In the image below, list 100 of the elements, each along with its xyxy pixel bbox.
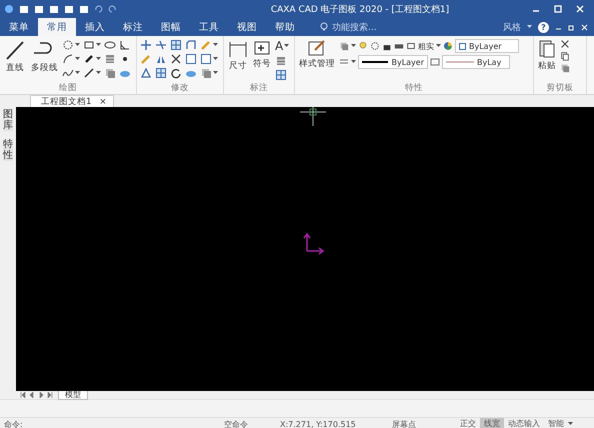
help-button[interactable]: ? <box>538 22 549 32</box>
plus-box-icon[interactable] <box>253 39 271 57</box>
wave-icon[interactable] <box>62 67 74 79</box>
menu-tab[interactable]: 图幅 <box>152 18 190 36</box>
caret-icon[interactable] <box>96 57 101 61</box>
menu-tab[interactable]: 标注 <box>114 18 152 36</box>
line-sample-icon <box>446 60 474 64</box>
side-panel-tab[interactable]: 图库 <box>3 109 13 131</box>
caret-icon[interactable] <box>568 422 573 426</box>
angle-icon[interactable] <box>119 39 131 51</box>
move-icon[interactable] <box>140 39 152 51</box>
line-tool-button[interactable]: 直线 <box>3 39 27 74</box>
arc-icon[interactable] <box>62 53 74 65</box>
style-manager-button[interactable]: 样式管理 <box>298 39 336 70</box>
restore-icon[interactable] <box>568 24 575 30</box>
maximize-icon[interactable] <box>554 5 562 13</box>
caret-icon[interactable] <box>96 43 101 47</box>
caret-icon[interactable] <box>527 25 532 29</box>
wheel-icon[interactable] <box>443 41 453 51</box>
chamfer-icon[interactable] <box>185 39 197 51</box>
dimension-tool-button[interactable]: 尺寸 <box>227 39 249 72</box>
redo-icon[interactable] <box>108 5 117 13</box>
pen-icon[interactable] <box>83 53 95 65</box>
file-icon[interactable] <box>64 4 74 14</box>
hatch-icon[interactable] <box>275 55 287 67</box>
clipboard-icon[interactable] <box>539 39 555 59</box>
circle-icon[interactable] <box>370 41 380 51</box>
caret-icon[interactable] <box>75 57 80 61</box>
caret-icon[interactable] <box>213 43 218 47</box>
caret-icon[interactable] <box>75 71 80 75</box>
caret-icon[interactable] <box>284 44 290 48</box>
layers-icon[interactable] <box>339 41 349 51</box>
line-sample-icon <box>362 60 388 64</box>
caret-icon[interactable] <box>351 44 356 48</box>
square-icon[interactable] <box>406 41 416 51</box>
line-icon[interactable] <box>4 39 26 61</box>
grid-icon[interactable] <box>155 67 167 79</box>
side-panel-tab[interactable]: 特性 <box>3 139 13 161</box>
status-toggle[interactable]: 动态输入 <box>504 418 544 428</box>
menu-tab[interactable]: 工具 <box>190 18 228 36</box>
group-label: 剪切板 <box>546 82 574 94</box>
coordinates-readout: X:7.271, Y:170.515 <box>280 420 357 428</box>
caret-icon[interactable] <box>213 57 218 61</box>
lightbulb-icon[interactable] <box>320 22 328 32</box>
status-toggle[interactable]: 正交 <box>456 418 480 428</box>
cut-icon[interactable] <box>170 53 182 65</box>
group-label: 绘图 <box>58 82 78 94</box>
panel-icon[interactable] <box>200 53 212 65</box>
line-icon[interactable] <box>83 67 95 79</box>
copy-icon[interactable] <box>560 51 570 61</box>
linetype-dropdown[interactable]: ByLayer <box>358 55 428 69</box>
menu-tab[interactable]: 插入 <box>76 18 114 36</box>
caret-icon[interactable] <box>213 71 218 75</box>
grid-icon[interactable] <box>170 39 182 51</box>
command-prompt: 命令: <box>4 418 24 428</box>
crosshair-cursor <box>298 107 328 127</box>
paste-button[interactable]: 粘贴 <box>537 39 557 72</box>
dimension-icon[interactable] <box>228 39 248 59</box>
app-logo-icon[interactable] <box>4 4 14 14</box>
layers-icon[interactable] <box>200 67 212 79</box>
caret-icon[interactable] <box>351 60 356 64</box>
caret-icon[interactable] <box>75 43 80 47</box>
layer-dropdown[interactable]: 粗实 <box>418 40 434 52</box>
search-field[interactable]: 功能搜索... <box>332 20 377 34</box>
color-dropdown[interactable]: ByLayer <box>455 39 519 53</box>
menu-tab[interactable]: 常用 <box>38 18 76 36</box>
trim-icon[interactable] <box>155 39 167 51</box>
symbol-tool-button[interactable]: 符号 <box>252 39 272 70</box>
window-title: CAXA CAD 电子图板 2020 - [工程图文档1] <box>270 4 450 16</box>
menu-tab[interactable]: 帮助 <box>266 18 304 36</box>
undo-icon[interactable] <box>94 5 103 13</box>
square-icon[interactable] <box>83 39 95 51</box>
caret-icon[interactable] <box>96 71 101 75</box>
close-icon[interactable] <box>576 5 584 13</box>
document-tab[interactable]: 工程图文档1 × <box>30 95 114 107</box>
tab-close-button[interactable]: × <box>99 96 107 106</box>
polyline-tool-button[interactable]: 多段线 <box>30 39 59 74</box>
linewidth-dropdown[interactable]: ByLay <box>442 55 510 69</box>
linewidth-icon[interactable] <box>430 58 440 66</box>
circle-icon[interactable] <box>62 39 74 51</box>
ellipse-icon[interactable] <box>104 39 116 51</box>
panel-icon[interactable] <box>185 53 197 65</box>
pen-board-icon[interactable] <box>307 39 327 57</box>
tab-navigation-icon[interactable] <box>20 392 54 398</box>
status-toggle[interactable]: 线宽 <box>480 418 504 428</box>
menu-tab[interactable]: 菜单 <box>0 18 38 36</box>
lineweight-icon[interactable] <box>339 58 349 66</box>
close-icon[interactable] <box>581 24 588 30</box>
grid-icon[interactable] <box>275 69 287 81</box>
style-menu[interactable]: 风格 <box>503 20 521 34</box>
text-tool-button[interactable]: A <box>275 39 284 53</box>
coordinate-axes-icon <box>302 231 326 255</box>
status-toggle[interactable]: 智能 <box>544 418 568 428</box>
cut-icon[interactable] <box>560 39 570 49</box>
menu-tab[interactable]: 视图 <box>228 18 266 36</box>
rotate-icon[interactable] <box>170 67 182 79</box>
caret-icon[interactable] <box>436 44 441 48</box>
snap-mode[interactable]: 屏幕点 <box>392 418 456 428</box>
triangle-icon[interactable] <box>140 67 152 79</box>
layers-icon[interactable] <box>560 63 570 73</box>
